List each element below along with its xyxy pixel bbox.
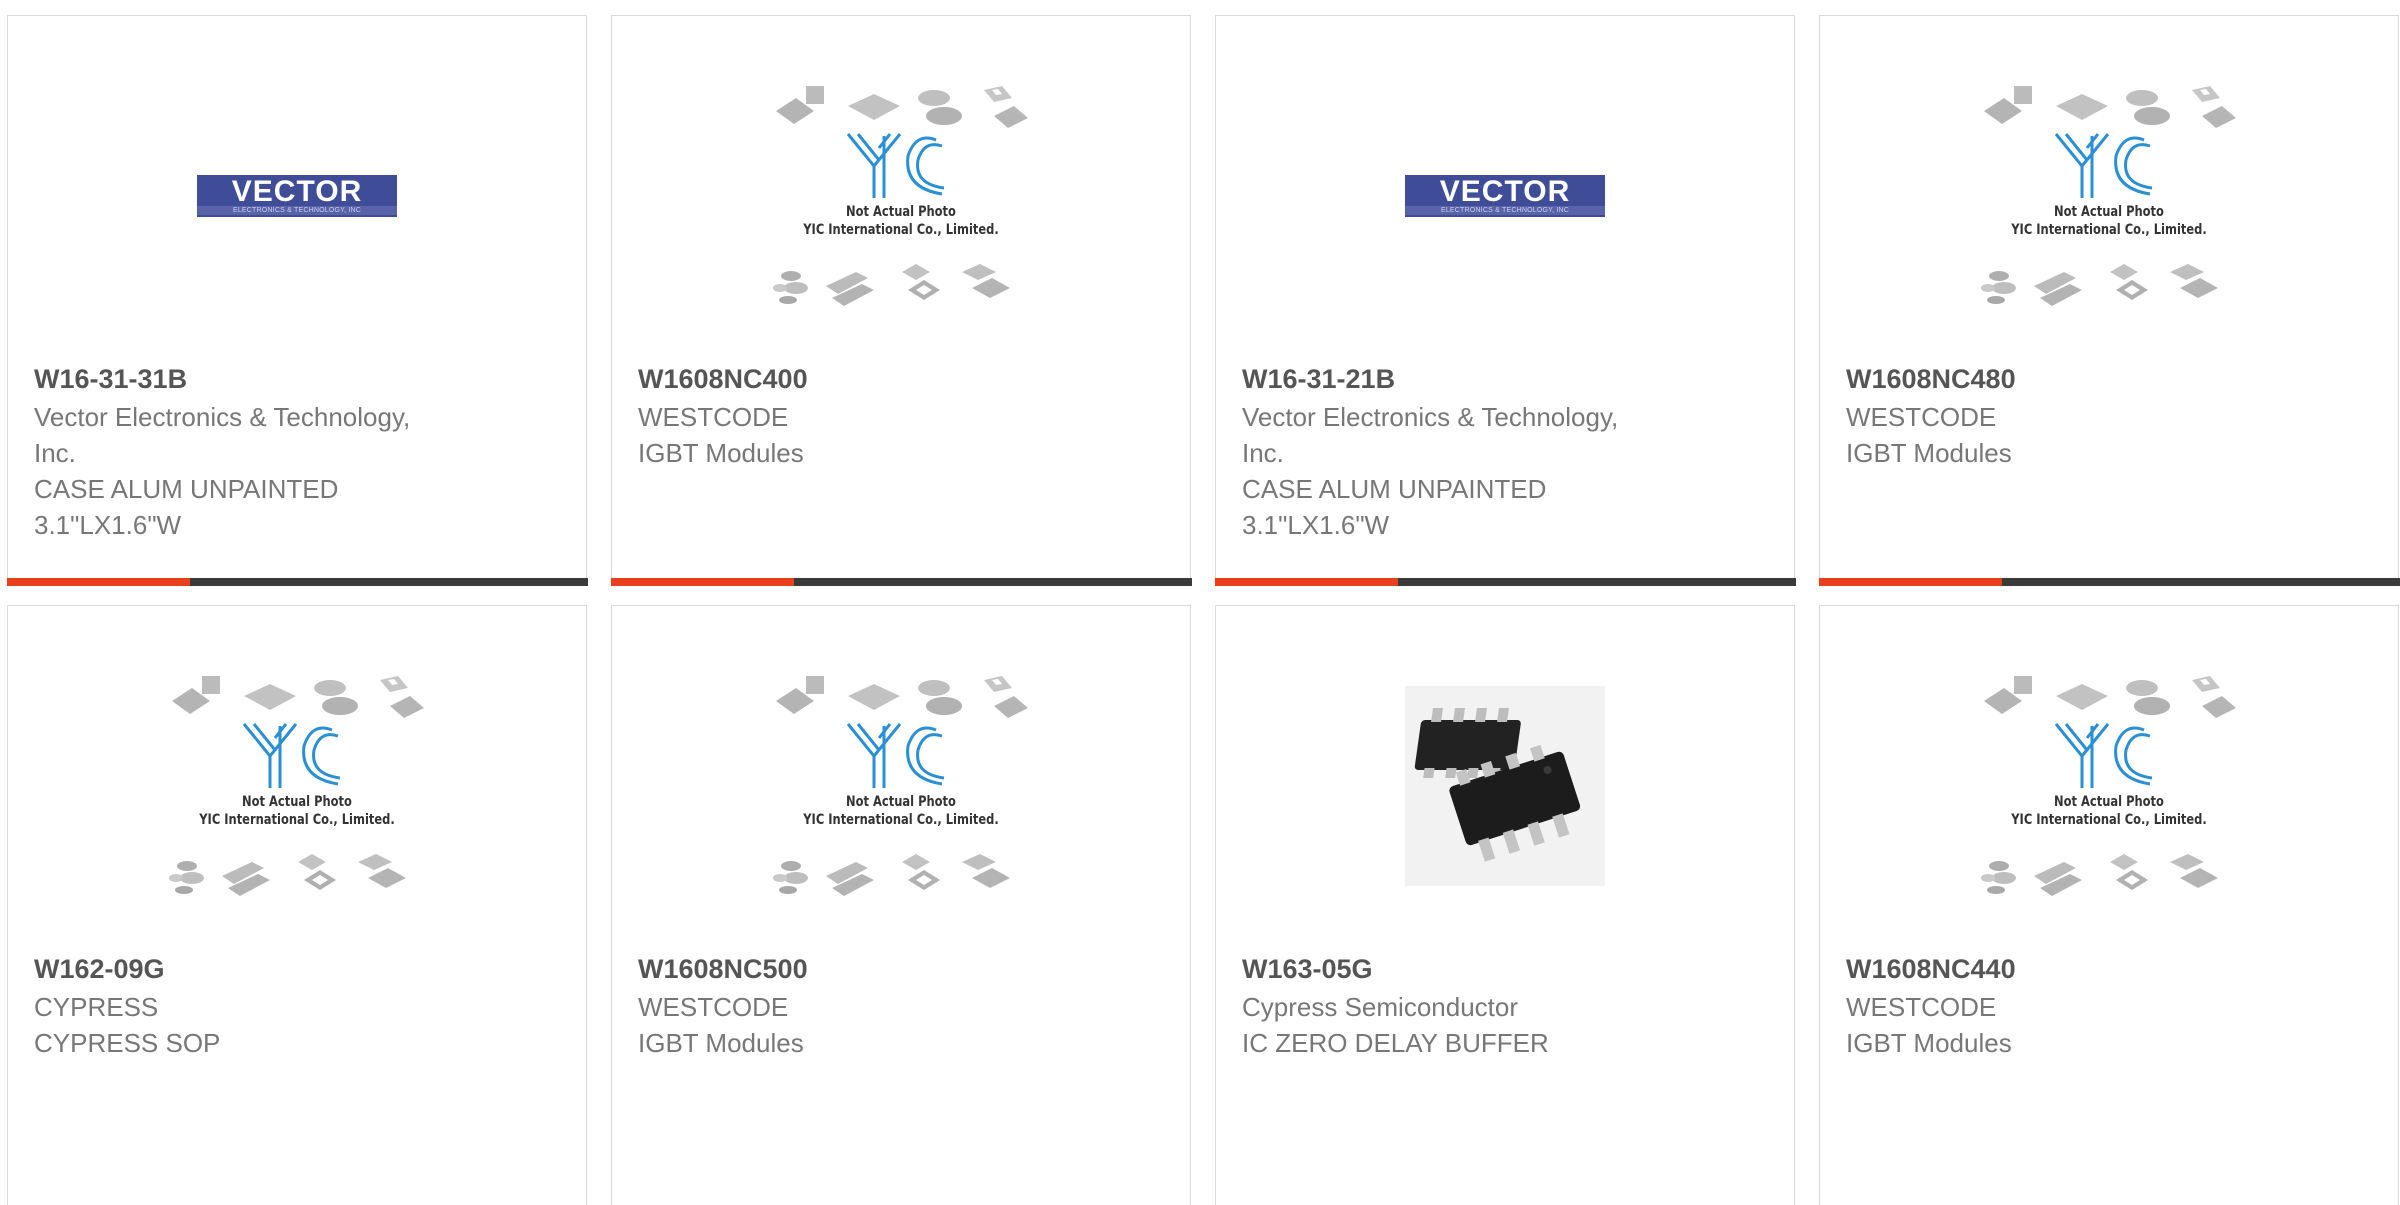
placeholder-line1: Not Actual Photo (846, 794, 956, 810)
vector-logo-name: VECTOR (1439, 174, 1571, 208)
yic-placeholder-image: Not Actual Photo YIC International Co., … (1974, 666, 2244, 906)
description-cont: 3.1"LX1.6"W (1242, 510, 1390, 540)
vector-logo-tagline: ELECTRONICS & TECHNOLOGY, INC (1405, 205, 1605, 215)
description: CASE ALUM UNPAINTED (1242, 474, 1547, 504)
part-number-link[interactable]: W16-31-21B (1242, 359, 1672, 399)
part-number-link[interactable]: W1608NC480 (1846, 359, 2276, 399)
product-image[interactable]: Not Actual Photo YIC International Co., … (1820, 666, 2398, 906)
card-progress-accent (1214, 577, 1398, 586)
product-image[interactable]: Not Actual Photo YIC International Co., … (612, 76, 1190, 316)
product-image[interactable] (1216, 666, 1794, 906)
part-number-link[interactable]: W1608NC400 (638, 359, 1068, 399)
description: CYPRESS SOP (34, 1028, 221, 1058)
product-card[interactable]: VECTOR ELECTRONICS & TECHNOLOGY, INC W16… (1214, 15, 1796, 586)
product-grid: VECTOR ELECTRONICS & TECHNOLOGY, INC W16… (0, 0, 2400, 1205)
yic-placeholder-image: Not Actual Photo YIC International Co., … (1974, 76, 2244, 316)
placeholder-line1: Not Actual Photo (846, 204, 956, 220)
yic-placeholder-image: Not Actual Photo YIC International Co., … (766, 76, 1036, 316)
placeholder-line2: YIC International Co., Limited. (2011, 812, 2207, 828)
manufacturer-cont: Inc. (1242, 438, 1284, 468)
manufacturer: WESTCODE (1846, 992, 1997, 1022)
product-image[interactable]: Not Actual Photo YIC International Co., … (8, 666, 586, 906)
product-info: W1608NC500 WESTCODE IGBT Modules (638, 949, 1068, 1061)
vector-logo-tagline: ELECTRONICS & TECHNOLOGY, INC (197, 205, 397, 215)
product-card[interactable]: Not Actual Photo YIC International Co., … (611, 605, 1191, 1205)
product-image[interactable]: Not Actual Photo YIC International Co., … (1820, 76, 2398, 316)
card-progress-bar (6, 577, 588, 586)
description: IGBT Modules (638, 1028, 804, 1058)
manufacturer: CYPRESS (34, 992, 159, 1022)
product-card[interactable]: W163-05G Cypress Semiconductor IC ZERO D… (1215, 605, 1795, 1205)
description: IGBT Modules (1846, 1028, 2012, 1058)
description: CASE ALUM UNPAINTED (34, 474, 339, 504)
manufacturer: Vector Electronics & Technology, (34, 402, 411, 432)
product-card[interactable]: VECTOR ELECTRONICS & TECHNOLOGY, INC W16… (6, 15, 588, 586)
placeholder-line2: YIC International Co., Limited. (199, 812, 395, 828)
vector-logo-name: VECTOR (231, 174, 363, 208)
product-card[interactable]: Not Actual Photo YIC International Co., … (1818, 15, 2400, 586)
product-image[interactable]: VECTOR ELECTRONICS & TECHNOLOGY, INC (8, 76, 586, 316)
chip-collage-icon (169, 676, 424, 896)
product-info: W16-31-21B Vector Electronics & Technolo… (1242, 359, 1672, 543)
card-progress-bar (1214, 577, 1796, 586)
yic-placeholder-image: Not Actual Photo YIC International Co., … (766, 666, 1036, 906)
product-info: W1608NC400 WESTCODE IGBT Modules (638, 359, 1068, 471)
card-progress-bar (610, 577, 1192, 586)
product-card[interactable]: Not Actual Photo YIC International Co., … (7, 605, 587, 1205)
part-number-link[interactable]: W163-05G (1242, 949, 1672, 989)
product-info: W162-09G CYPRESS CYPRESS SOP (34, 949, 464, 1061)
manufacturer: WESTCODE (638, 402, 789, 432)
product-info: W16-31-31B Vector Electronics & Technolo… (34, 359, 464, 543)
card-progress-accent (1818, 577, 2002, 586)
placeholder-line2: YIC International Co., Limited. (803, 812, 999, 828)
manufacturer: Cypress Semiconductor (1242, 992, 1518, 1022)
manufacturer: WESTCODE (1846, 402, 1997, 432)
placeholder-line2: YIC International Co., Limited. (803, 222, 999, 238)
manufacturer: Vector Electronics & Technology, (1242, 402, 1619, 432)
vector-logo: VECTOR ELECTRONICS & TECHNOLOGY, INC (197, 175, 397, 217)
product-info: W163-05G Cypress Semiconductor IC ZERO D… (1242, 949, 1672, 1061)
chip-collage-icon (773, 86, 1028, 306)
placeholder-line2: YIC International Co., Limited. (2011, 222, 2207, 238)
part-number-link[interactable]: W16-31-31B (34, 359, 464, 399)
product-card[interactable]: Not Actual Photo YIC International Co., … (1819, 605, 2399, 1205)
chip-collage-icon (1981, 86, 2236, 306)
manufacturer: WESTCODE (638, 992, 789, 1022)
soic-chip-icon (1405, 686, 1605, 886)
placeholder-line1: Not Actual Photo (242, 794, 352, 810)
manufacturer-cont: Inc. (34, 438, 76, 468)
placeholder-line1: Not Actual Photo (2054, 204, 2164, 220)
card-progress-bar (1818, 577, 2400, 586)
card-progress-accent (610, 577, 794, 586)
description: IC ZERO DELAY BUFFER (1242, 1028, 1549, 1058)
description-cont: 3.1"LX1.6"W (34, 510, 182, 540)
product-card[interactable]: Not Actual Photo YIC International Co., … (610, 15, 1192, 586)
product-image[interactable]: VECTOR ELECTRONICS & TECHNOLOGY, INC (1216, 76, 1794, 316)
part-number-link[interactable]: W162-09G (34, 949, 464, 989)
soic-chip-photo (1405, 686, 1605, 886)
card-progress-accent (6, 577, 190, 586)
product-info: W1608NC480 WESTCODE IGBT Modules (1846, 359, 2276, 471)
chip-collage-icon (773, 676, 1028, 896)
description: IGBT Modules (1846, 438, 2012, 468)
vector-logo: VECTOR ELECTRONICS & TECHNOLOGY, INC (1405, 175, 1605, 217)
product-info: W1608NC440 WESTCODE IGBT Modules (1846, 949, 2276, 1061)
part-number-link[interactable]: W1608NC500 (638, 949, 1068, 989)
description: IGBT Modules (638, 438, 804, 468)
part-number-link[interactable]: W1608NC440 (1846, 949, 2276, 989)
yic-placeholder-image: Not Actual Photo YIC International Co., … (162, 666, 432, 906)
product-image[interactable]: Not Actual Photo YIC International Co., … (612, 666, 1190, 906)
placeholder-line1: Not Actual Photo (2054, 794, 2164, 810)
chip-collage-icon (1981, 676, 2236, 896)
